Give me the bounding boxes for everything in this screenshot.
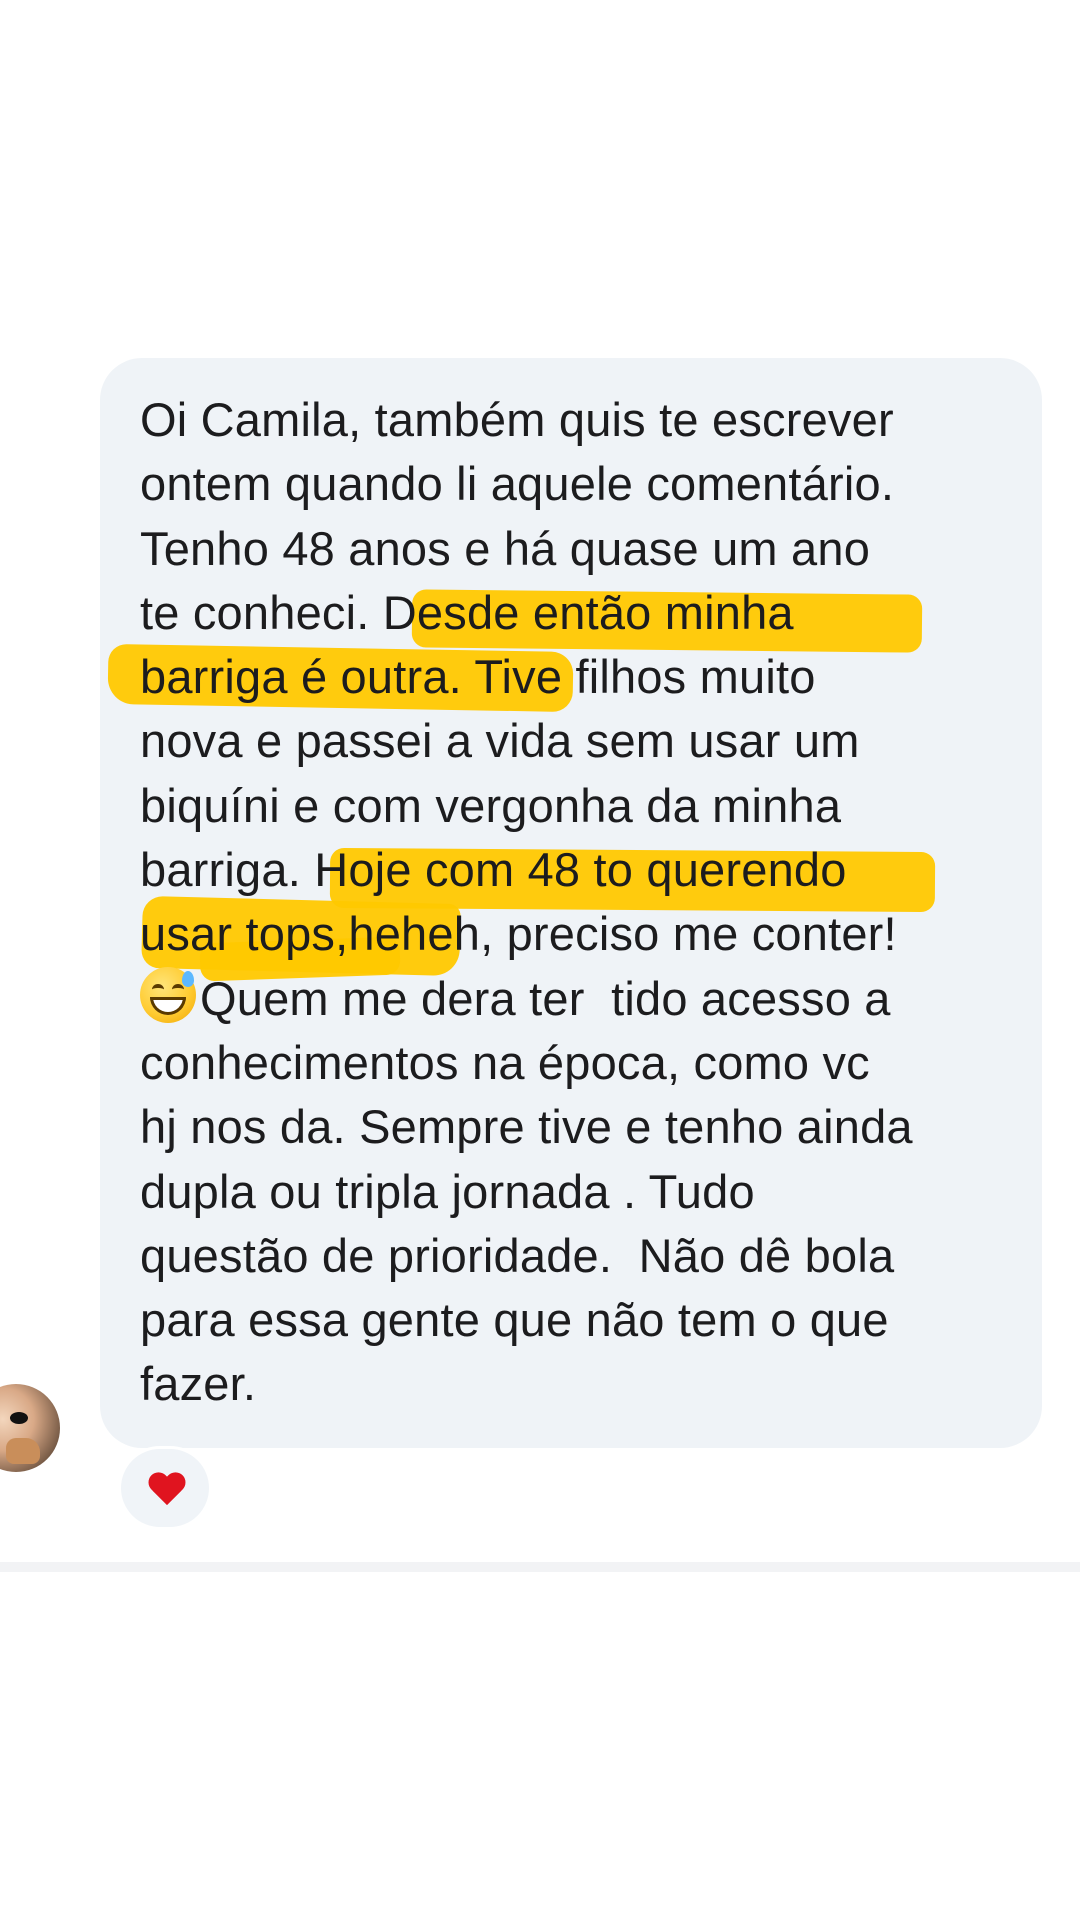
sunglasses-icon (10, 1412, 28, 1424)
sender-avatar[interactable] (0, 1384, 60, 1472)
message-line-with-emoji: Quem me dera ter tido acesso a (140, 966, 1020, 1031)
message-line: nova e passei a vida sem usar um (140, 714, 860, 768)
grinning-face-with-sweat-icon (140, 966, 196, 1023)
message-line: te conheci. Desde então minha (140, 585, 794, 639)
message-line: questão de prioridade. Não dê bola (140, 1228, 895, 1282)
hand-icon (6, 1438, 40, 1464)
message-line: usar tops,heheh, preciso me conter! (140, 907, 897, 961)
message-line: dupla ou tripla jornada . Tudo (140, 1164, 755, 1218)
message-line: biquíni e com vergonha da minha (140, 778, 842, 832)
message-line: Tenho 48 anos e há quase um ano (140, 521, 871, 575)
message-line: fazer. (140, 1357, 257, 1411)
red-heart-icon (149, 1473, 185, 1507)
message-text: Oi Camila, também quis te escrever ontem… (140, 388, 1020, 1417)
message-line: barriga é outra. Tive filhos muito (140, 650, 816, 704)
message-line: barriga. Hoje com 48 to querendo (140, 843, 847, 897)
reaction-badge[interactable] (118, 1446, 212, 1530)
message-line: ontem quando li aquele comentário. (140, 457, 895, 511)
message-line: conhecimentos na época, como vc (140, 1035, 870, 1089)
message-line: hj nos da. Sempre tive e tenho ainda (140, 1100, 913, 1154)
message-line: para essa gente que não tem o que (140, 1293, 889, 1347)
message-line: Quem me dera ter tido acesso a (200, 971, 891, 1025)
divider (0, 1562, 1080, 1572)
message-line: Oi Camila, também quis te escrever (140, 393, 894, 446)
